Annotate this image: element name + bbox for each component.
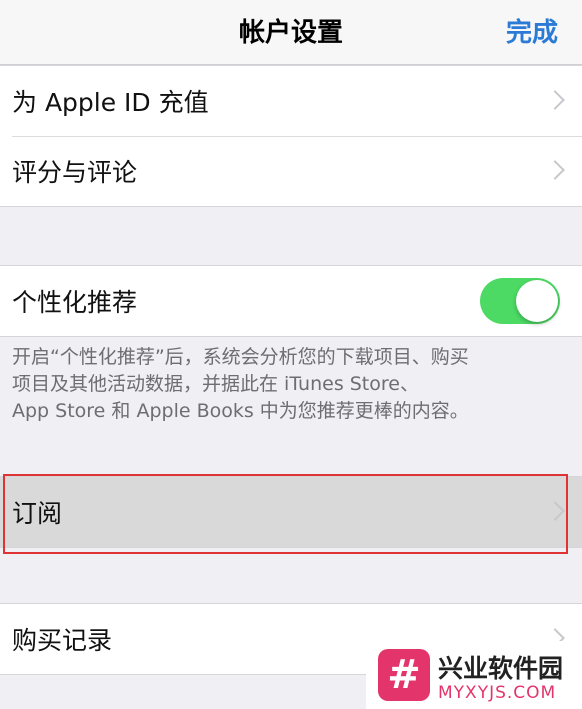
ratings-reviews-label: 评分与评论 (12, 158, 138, 187)
highlight-box (3, 474, 568, 554)
footnote-line: 项目及其他活动数据，并据此在 iTunes Store、 (12, 373, 419, 395)
page-title: 帐户设置 (238, 18, 343, 48)
watermark-logo-icon: # (378, 649, 430, 701)
navigation-bar: 帐户设置 完成 (0, 0, 582, 65)
personalized-recommendations-toggle[interactable] (480, 278, 560, 324)
chevron-right-icon (545, 160, 565, 180)
done-button[interactable]: 完成 (506, 12, 558, 49)
watermark-title: 兴业软件园 (438, 654, 564, 683)
watermark-url: MYXYJS.COM (438, 683, 557, 703)
personalized-recommendations-label: 个性化推荐 (12, 288, 138, 317)
account-actions-group: 为 Apple ID 充值 评分与评论 (0, 65, 582, 207)
add-funds-row[interactable]: 为 Apple ID 充值 (0, 66, 582, 136)
toggle-knob (516, 280, 558, 322)
chevron-right-icon (545, 90, 565, 110)
footnote-line: App Store 和 Apple Books 中为您推荐更棒的内容。 (12, 400, 469, 422)
personalization-footnote: 开启“个性化推荐”后，系统会分析您的下载项目、购买 项目及其他活动数据，并据此在… (12, 344, 572, 425)
footnote-line: 开启“个性化推荐”后，系统会分析您的下载项目、购买 (12, 346, 469, 368)
ratings-reviews-row[interactable]: 评分与评论 (0, 136, 582, 206)
watermark: # 兴业软件园 MYXYJS.COM (366, 641, 582, 709)
add-funds-label: 为 Apple ID 充值 (12, 88, 209, 117)
purchase-history-label: 购买记录 (12, 626, 113, 655)
personalization-group: 个性化推荐 (0, 265, 582, 337)
personalized-recommendations-row: 个性化推荐 (0, 266, 582, 336)
